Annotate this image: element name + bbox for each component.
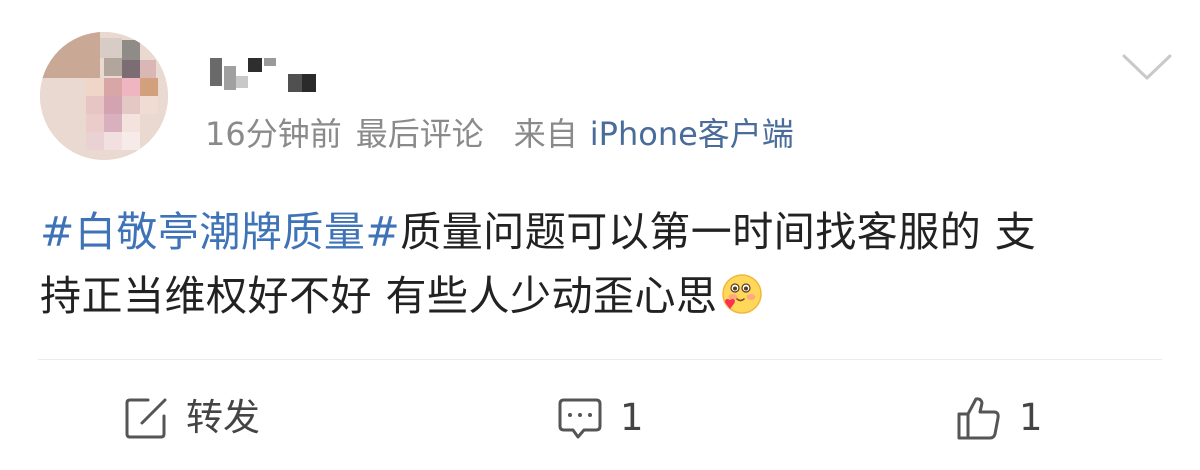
chevron-down-icon[interactable] [1118, 44, 1176, 84]
like-count: 1 [1019, 396, 1043, 439]
like-button[interactable]: 1 [955, 393, 1043, 443]
content-line-2: 持正当维权好不好 有些人少动歪心思 [40, 264, 1170, 328]
share-icon [122, 394, 170, 442]
username-obscured[interactable] [210, 58, 330, 98]
post-time: 16分钟前 [205, 115, 342, 153]
from-label: 来自 [513, 115, 578, 153]
blush-heart-emoji-icon [720, 270, 764, 314]
content-text-1: 质量问题可以第一时间找客服的 支 [400, 208, 1037, 256]
source-link[interactable]: iPhone客户端 [590, 112, 794, 156]
content-line-1: #白敬亭潮牌质量#质量问题可以第一时间找客服的 支 [40, 200, 1170, 264]
topic-link[interactable]: #白敬亭潮牌质量# [40, 208, 400, 256]
post-content: #白敬亭潮牌质量#质量问题可以第一时间找客服的 支 持正当维权好不好 有些人少动… [40, 200, 1170, 328]
divider [38, 359, 1162, 360]
last-comment-label: 最后评论 [355, 115, 484, 153]
post-meta: 16分钟前 最后评论 来自 iPhone客户端 [205, 112, 794, 156]
comment-icon [556, 394, 604, 442]
content-text-2: 持正当维权好不好 有些人少动歪心思 [40, 272, 718, 320]
repost-button[interactable]: 转发 [122, 393, 260, 443]
avatar[interactable] [40, 32, 168, 160]
thumbs-up-icon [955, 394, 1003, 442]
comment-button[interactable]: 1 [556, 393, 644, 443]
repost-label: 转发 [186, 396, 260, 439]
comment-count: 1 [620, 396, 644, 439]
